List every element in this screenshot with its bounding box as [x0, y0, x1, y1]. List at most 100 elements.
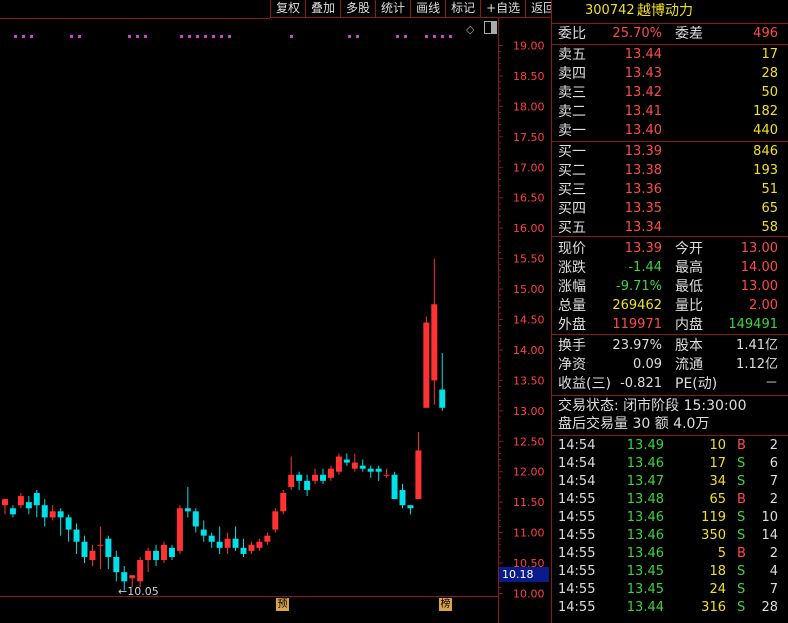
candle-body	[89, 550, 96, 561]
price-label: 18.00	[513, 100, 545, 113]
tick-row: 14:55 13.48 65 B 2	[552, 491, 788, 509]
stat-label: 内盘	[675, 317, 703, 333]
stat-value: 2.00	[749, 298, 778, 313]
panel-toggle-icon[interactable]	[484, 21, 497, 34]
price-label: 11.00	[513, 527, 545, 540]
marker-bang[interactable]: 榜	[439, 598, 452, 611]
tick-count: 2	[769, 492, 778, 507]
event-dot	[14, 35, 17, 38]
event-dot	[22, 35, 25, 38]
candle-body	[25, 502, 32, 509]
fund-label: 股本	[675, 338, 703, 354]
candle-body	[359, 465, 366, 469]
kline-chart[interactable]: 19.00 18.50 18.00 17.50 17.00 16.50 16.00 15.50…	[0, 0, 551, 623]
buy-row: 买三 13.36 51	[552, 181, 788, 199]
fund-row: 换手 23.97% 股本 1.41亿	[552, 337, 788, 355]
tick-time: 14:55	[558, 564, 596, 579]
toolbar-overlay-button[interactable]: 叠加	[305, 0, 341, 18]
candle-body	[240, 547, 247, 554]
fund-value: -0.821	[620, 376, 662, 391]
tick-row: 14:55 13.45 24 S 7	[552, 581, 788, 599]
candle-body	[200, 529, 207, 536]
quote-panel: 300742 越博动力 委比 25.70% 委差 496 交易状态: 闭市阶段 …	[551, 0, 788, 623]
tick-row: 14:54 13.49 10 B 2	[552, 437, 788, 455]
low-annotation: ←10.05	[118, 585, 159, 598]
event-dot	[228, 35, 231, 38]
tick-volume: 5	[717, 546, 726, 561]
candle-body	[17, 496, 24, 506]
price-label: 17.50	[513, 131, 545, 144]
tick-count: 2	[769, 546, 778, 561]
fund-value: 1.41亿	[736, 338, 778, 353]
fund-row: 净资 0.09 流通 1.12亿	[552, 356, 788, 374]
candle-body	[65, 517, 72, 530]
event-dot	[449, 35, 452, 38]
stat-value: 13.00	[740, 241, 778, 256]
candle-body	[49, 511, 56, 518]
candle-body	[113, 556, 120, 573]
event-dot	[188, 35, 191, 38]
tick-side: S	[737, 474, 746, 489]
weibi-row: 委比 25.70% 委差 496	[552, 25, 788, 43]
fund-label: 净资	[558, 357, 586, 373]
buy-row: 买五 13.34 58	[552, 219, 788, 237]
candle-body	[208, 535, 215, 542]
tick-row: 14:55 13.46 5 B 2	[552, 545, 788, 563]
sell-price: 13.43	[624, 66, 662, 81]
event-dot	[396, 35, 399, 38]
tick-volume: 65	[709, 492, 726, 507]
buy-label: 买五	[558, 220, 586, 236]
tick-price: 13.49	[626, 438, 664, 453]
candle-body	[367, 468, 374, 472]
tick-volume: 34	[709, 474, 726, 489]
tick-price: 13.44	[626, 600, 664, 615]
price-label: 11.50	[513, 496, 545, 509]
event-dot	[212, 35, 215, 38]
tick-time: 14:54	[558, 456, 596, 471]
buy-price: 13.35	[624, 201, 662, 216]
toolbar-mark-button[interactable]: 标记	[445, 0, 481, 18]
candle-body	[33, 493, 40, 506]
buy-row: 买二 13.38 193	[552, 162, 788, 180]
price-label: 16.00	[513, 222, 545, 235]
stat-value: 149491	[728, 317, 778, 332]
stat-label: 量比	[675, 298, 703, 314]
sell-row: 卖四 13.43 28	[552, 65, 788, 83]
toolbar-draw-button[interactable]: 画线	[410, 0, 446, 18]
tick-row: 14:54 13.46 17 S 6	[552, 455, 788, 473]
toolbar-fuquan-button[interactable]: 复权	[270, 0, 306, 18]
tick-side: S	[737, 456, 746, 471]
candle-body	[248, 544, 255, 551]
toolbar-add-watchlist-button[interactable]: +自选	[480, 0, 526, 18]
marker-yu[interactable]: 预	[276, 598, 289, 611]
sell-volume: 50	[761, 85, 778, 100]
candle-body	[9, 508, 16, 515]
stat-value: 13.00	[740, 279, 778, 294]
stat-label: 外盘	[558, 317, 586, 333]
tick-price: 13.46	[626, 546, 664, 561]
buy-price: 13.39	[624, 144, 662, 159]
stat-row: 总量 269462 量比 2.00	[552, 297, 788, 315]
tick-side: S	[737, 564, 746, 579]
stat-label: 最高	[675, 260, 703, 276]
candle-body	[137, 560, 144, 582]
event-dot	[433, 35, 436, 38]
candle-body	[280, 493, 287, 512]
event-dot	[70, 35, 73, 38]
buy-label: 买三	[558, 182, 586, 198]
toolbar-multi-stock-button[interactable]: 多股	[340, 0, 376, 18]
tick-count: 28	[761, 600, 778, 615]
candle-body	[256, 541, 263, 548]
sell-label: 卖五	[558, 47, 586, 63]
event-dot	[196, 35, 199, 38]
tick-price: 13.47	[626, 474, 664, 489]
sell-row: 卖一 13.40 440	[552, 122, 788, 140]
candle-body	[176, 508, 183, 551]
fund-label: 换手	[558, 338, 586, 354]
sell-label: 卖四	[558, 66, 586, 82]
toolbar-stats-button[interactable]: 统计	[375, 0, 411, 18]
diamond-icon[interactable]: ◇	[466, 23, 474, 36]
stat-row: 涨幅 -9.71% 最低 13.00	[552, 278, 788, 296]
stat-label: 涨幅	[558, 279, 586, 295]
sell-volume: 17	[761, 47, 778, 62]
